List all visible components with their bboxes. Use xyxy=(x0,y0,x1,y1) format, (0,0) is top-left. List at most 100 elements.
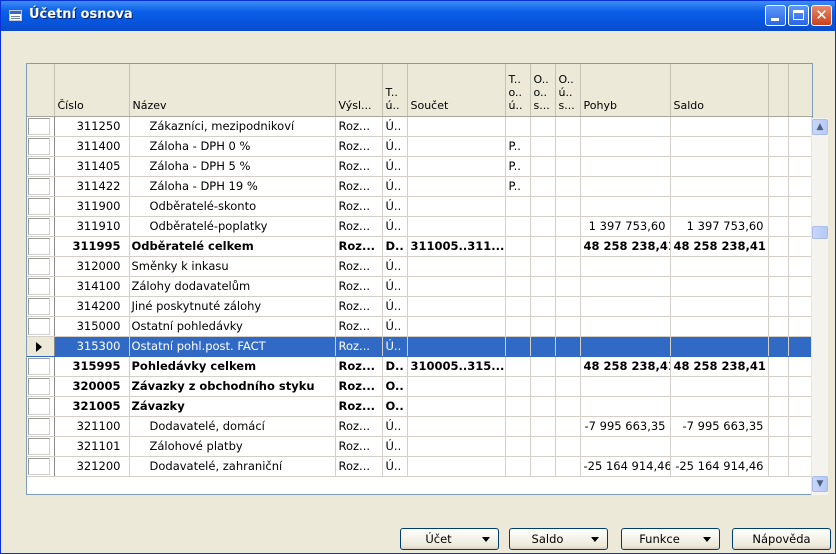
scroll-down-button[interactable]: ▼ xyxy=(812,476,828,492)
row-selector[interactable] xyxy=(27,256,55,277)
cell-typ[interactable]: Ú.. xyxy=(382,176,408,197)
cell-o2[interactable] xyxy=(555,276,581,297)
cell-cislo[interactable]: 314200 xyxy=(54,296,130,317)
table-row[interactable]: 321101 Zálohové platby Roz... Ú.. xyxy=(27,436,812,457)
cell-cislo[interactable]: 321005 xyxy=(54,396,130,417)
cell-pohyb[interactable]: 1 397 753,60 xyxy=(580,216,671,237)
cell-vysl[interactable]: Roz... xyxy=(335,456,383,477)
cell-o1[interactable] xyxy=(530,196,556,217)
row-selector[interactable] xyxy=(27,196,55,217)
row-selector[interactable] xyxy=(27,376,55,397)
column-header-o2[interactable]: O.. ú.. s... xyxy=(555,64,581,117)
cell-soucet[interactable] xyxy=(407,176,506,197)
cell-o1[interactable] xyxy=(530,296,556,317)
cell-saldo[interactable]: -25 164 914,46 xyxy=(670,456,769,477)
row-selector[interactable] xyxy=(27,296,55,317)
cell-soucet[interactable] xyxy=(407,156,506,177)
row-selector[interactable] xyxy=(27,176,55,197)
cell-saldo[interactable] xyxy=(670,156,769,177)
cell-t2[interactable] xyxy=(505,336,531,357)
cell-soucet[interactable] xyxy=(407,456,506,477)
cell-o2[interactable] xyxy=(555,456,581,477)
cell-vysl[interactable]: Roz... xyxy=(335,276,383,297)
cell-typ[interactable]: Ú.. xyxy=(382,316,408,337)
cell-t2[interactable] xyxy=(505,256,531,277)
cell-t2[interactable]: P.. xyxy=(505,136,531,157)
table-row[interactable]: 314200 Jiné poskytnuté zálohy Roz... Ú.. xyxy=(27,296,812,317)
cell-typ[interactable]: O.. xyxy=(382,376,408,397)
cell-vysl[interactable]: Roz... xyxy=(335,356,383,377)
cell-nazev[interactable]: Jiné poskytnuté zálohy xyxy=(129,296,336,317)
cell-saldo[interactable] xyxy=(670,396,769,417)
row-selector[interactable] xyxy=(27,156,55,177)
table-row[interactable]: 314100 Zálohy dodavatelům Roz... Ú.. xyxy=(27,276,812,297)
column-header-vysledovka[interactable]: Výsl... xyxy=(335,64,383,117)
cell-typ[interactable]: Ú.. xyxy=(382,456,408,477)
cell-vysl[interactable]: Roz... xyxy=(335,136,383,157)
table-row[interactable]: 311405 Záloha - DPH 5 % Roz... Ú.. P.. xyxy=(27,156,812,177)
cell-t2[interactable] xyxy=(505,236,531,257)
table-row[interactable]: 311995 Odběratelé celkem Roz... D.. 311005..… xyxy=(27,236,812,257)
cell-saldo[interactable] xyxy=(670,436,769,457)
cell-o2[interactable] xyxy=(555,296,581,317)
cell-typ[interactable]: D.. xyxy=(382,356,408,377)
cell-vysl[interactable]: Roz... xyxy=(335,396,383,417)
cell-cislo[interactable]: 311900 xyxy=(54,196,130,217)
cell-vysl[interactable]: Roz... xyxy=(335,316,383,337)
cell-nazev[interactable]: Záloha - DPH 0 % xyxy=(129,136,336,157)
cell-t2[interactable] xyxy=(505,216,531,237)
column-header-typ-ucetniho[interactable]: T.. o.. ú.. xyxy=(505,64,531,117)
cell-soucet[interactable]: 311005..311... xyxy=(407,236,506,257)
cell-cislo[interactable]: 315995 xyxy=(54,356,130,377)
table-row[interactable]: 311400 Záloha - DPH 0 % Roz... Ú.. P.. xyxy=(27,136,812,157)
cell-o2[interactable] xyxy=(555,156,581,177)
cell-o2[interactable] xyxy=(555,116,581,137)
cell-t2[interactable] xyxy=(505,116,531,137)
table-row[interactable]: 315000 Ostatní pohledávky Roz... Ú.. xyxy=(27,316,812,337)
scroll-up-button[interactable]: ▲ xyxy=(812,119,828,135)
cell-soucet[interactable] xyxy=(407,256,506,277)
cell-pohyb[interactable] xyxy=(580,196,671,217)
cell-typ[interactable]: Ú.. xyxy=(382,296,408,317)
cell-t2[interactable] xyxy=(505,376,531,397)
cell-vysl[interactable]: Roz... xyxy=(335,236,383,257)
cell-o2[interactable] xyxy=(555,336,581,357)
cell-vysl[interactable]: Roz... xyxy=(335,336,383,357)
cell-nazev[interactable]: Dodavatelé, zahraniční xyxy=(129,456,336,477)
cell-cislo[interactable]: 321200 xyxy=(54,456,130,477)
cell-nazev[interactable]: Dodavatelé, domácí xyxy=(129,416,336,437)
cell-t2[interactable] xyxy=(505,356,531,377)
cell-o2[interactable] xyxy=(555,416,581,437)
cell-saldo[interactable] xyxy=(670,376,769,397)
cell-o2[interactable] xyxy=(555,136,581,157)
cell-o2[interactable] xyxy=(555,376,581,397)
cell-soucet[interactable] xyxy=(407,296,506,317)
cell-typ[interactable]: D.. xyxy=(382,236,408,257)
row-selector[interactable] xyxy=(27,336,55,357)
cell-pohyb[interactable] xyxy=(580,436,671,457)
table-row[interactable]: 315995 Pohledávky celkem Roz... D.. 310005..… xyxy=(27,356,812,377)
cell-saldo[interactable] xyxy=(670,256,769,277)
cell-cislo[interactable]: 311422 xyxy=(54,176,130,197)
cell-nazev[interactable]: Zákazníci, mezipodnikoví xyxy=(129,116,336,137)
cell-o1[interactable] xyxy=(530,276,556,297)
table-row[interactable]: 321200 Dodavatelé, zahraniční Roz... Ú.. -25… xyxy=(27,456,812,477)
cell-vysl[interactable]: Roz... xyxy=(335,416,383,437)
cell-o1[interactable] xyxy=(530,176,556,197)
column-header-nazev[interactable]: Název xyxy=(129,64,336,117)
cell-saldo[interactable]: 48 258 238,41 xyxy=(670,356,769,377)
funkce-menu-button[interactable]: Funkce xyxy=(621,528,720,550)
cell-o2[interactable] xyxy=(555,236,581,257)
cell-saldo[interactable]: -7 995 663,35 xyxy=(670,416,769,437)
cell-o1[interactable] xyxy=(530,376,556,397)
cell-typ[interactable]: Ú.. xyxy=(382,276,408,297)
cell-nazev[interactable]: Závazky xyxy=(129,396,336,417)
table-row[interactable]: 321100 Dodavatelé, domácí Roz... Ú.. -7 995 … xyxy=(27,416,812,437)
cell-saldo[interactable] xyxy=(670,276,769,297)
cell-cislo[interactable]: 315300 xyxy=(54,336,130,357)
cell-typ[interactable]: Ú.. xyxy=(382,216,408,237)
cell-vysl[interactable]: Roz... xyxy=(335,296,383,317)
cell-nazev[interactable]: Odběratelé-poplatky xyxy=(129,216,336,237)
cell-o2[interactable] xyxy=(555,356,581,377)
row-selector[interactable] xyxy=(27,136,55,157)
